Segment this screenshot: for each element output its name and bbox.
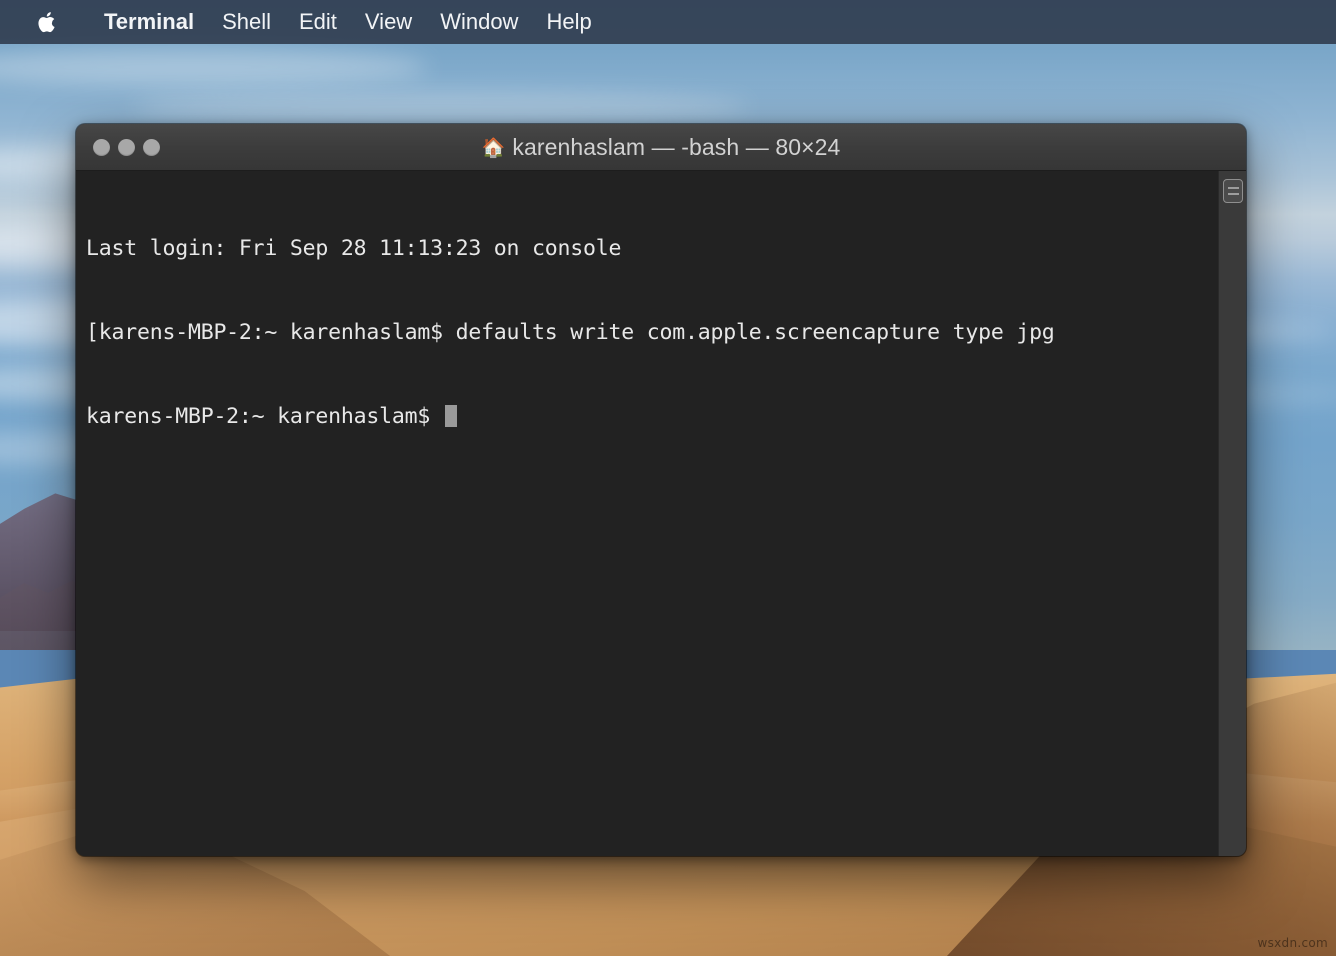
traffic-lights [93,138,160,156]
thumb-line [1227,187,1239,189]
terminal-body[interactable]: Last login: Fri Sep 28 11:13:23 on conso… [76,171,1246,856]
menu-item-edit[interactable]: Edit [285,0,351,44]
menu-item-help[interactable]: Help [532,0,605,44]
scrollbar-thumb-icon[interactable] [1223,179,1243,203]
menu-item-shell[interactable]: Shell [208,0,285,44]
terminal-command-text: [karens-MBP-2:~ karenhaslam$ defaults wr… [86,320,1055,345]
menu-item-view[interactable]: View [351,0,426,44]
watermark: wsxdn.com [1257,936,1328,950]
menu-bar: Terminal Shell Edit View Window Help [0,0,1336,44]
cloud-band [133,90,749,124]
window-titlebar[interactable]: 🏠 karenhaslam — -bash — 80×24 [76,124,1246,171]
window-title-text: karenhaslam — -bash — 80×24 [512,133,841,160]
terminal-line-login: Last login: Fri Sep 28 11:13:23 on conso… [86,236,622,261]
terminal-line-prompt: karens-MBP-2:~ karenhaslam$ [86,403,1218,431]
terminal-window[interactable]: 🏠 karenhaslam — -bash — 80×24 Last login:… [76,124,1246,856]
menu-item-terminal[interactable]: Terminal [90,0,208,44]
menu-item-window[interactable]: Window [426,0,532,44]
text-cursor [444,405,457,427]
apple-logo-icon[interactable] [34,2,60,42]
desktop: wsxdn.com Terminal Shell Edit View Windo… [0,0,1336,956]
minimize-button[interactable] [118,138,135,156]
close-button[interactable] [93,138,110,156]
window-title: 🏠 karenhaslam — -bash — 80×24 [76,134,1246,161]
terminal-output[interactable]: Last login: Fri Sep 28 11:13:23 on conso… [76,171,1244,856]
terminal-line-command: [karens-MBP-2:~ karenhaslam$ defaults wr… [86,319,1218,347]
maximize-button[interactable] [143,138,160,156]
home-folder-icon: 🏠 [481,137,506,159]
thumb-line [1227,193,1239,195]
terminal-scrollbar[interactable] [1218,171,1246,856]
terminal-prompt-text: karens-MBP-2:~ karenhaslam$ [86,404,443,429]
